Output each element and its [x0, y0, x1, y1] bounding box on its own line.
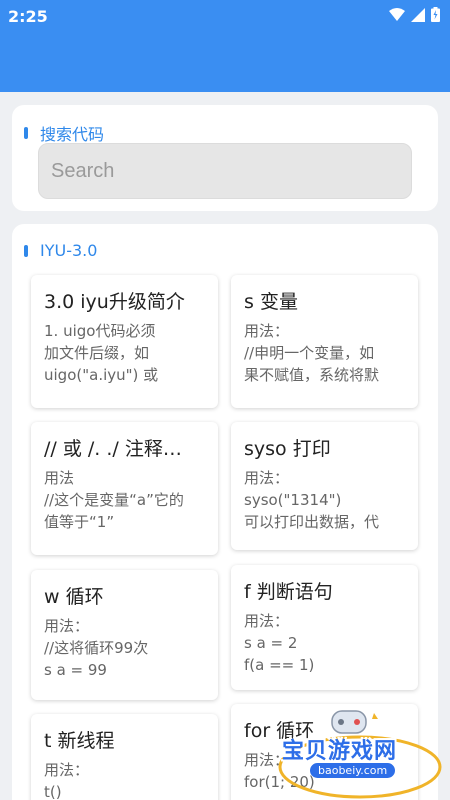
item-body: 用法： s a = 2 f(a == 1)	[244, 612, 315, 674]
signal-icon	[411, 7, 425, 26]
section-marker	[24, 127, 28, 139]
list-item-thread[interactable]: t 新线程 用法： t()	[31, 714, 218, 800]
list-item-print[interactable]: syso 打印 用法： syso("1314") 可以打印出数据，代	[231, 422, 418, 550]
item-title: w 循环	[44, 586, 104, 608]
search-placeholder: Search	[51, 159, 115, 182]
item-body: 1. uigo代码必须 加文件后缀，如 uigo("a.iyu") 或	[44, 322, 159, 384]
list-item-if-statement[interactable]: f 判断语句 用法： s a = 2 f(a == 1)	[231, 565, 418, 690]
item-title: f 判断语句	[244, 581, 333, 603]
item-title: t 新线程	[44, 730, 115, 752]
item-body: 用法： //这将循环99次 s a = 99	[44, 617, 149, 679]
item-title: syso 打印	[244, 438, 331, 460]
watermark-logo: 宝贝游戏网 baobeiy.com	[274, 705, 450, 800]
status-time: 2:25	[8, 6, 48, 26]
list-item-iyu-intro[interactable]: 3.0 iyu升级简介 1. uigo代码必须 加文件后缀，如 uigo("a.…	[31, 275, 218, 408]
list-item-comment[interactable]: // 或 /. ./ 注释… 用法 //这个是变量“a”它的 值等于“1”	[31, 422, 218, 555]
iyu-section-header: IYU-3.0	[24, 241, 97, 260]
list-item-while-loop[interactable]: w 循环 用法： //这将循环99次 s a = 99	[31, 570, 218, 700]
list-item-variable[interactable]: s 变量 用法： //申明一个变量，如 果不赋值，系统将默	[231, 275, 418, 408]
item-body: 用法： syso("1314") 可以打印出数据，代	[244, 469, 380, 531]
iyu-section-title: IYU-3.0	[40, 241, 98, 260]
item-title: // 或 /. ./ 注释…	[44, 438, 182, 460]
section-marker	[24, 244, 28, 257]
item-body: 用法： t()	[44, 761, 90, 800]
status-bar: 2:25	[0, 0, 450, 32]
app-bar	[0, 32, 450, 92]
search-section-header: 搜索代码	[24, 121, 104, 145]
watermark-url: baobeiy.com	[310, 763, 396, 778]
item-title: s 变量	[244, 291, 298, 313]
search-input[interactable]: Search	[38, 143, 412, 199]
watermark-text: 宝贝游戏网	[282, 739, 398, 764]
item-body: 用法： //申明一个变量，如 果不赋值，系统将默	[244, 322, 380, 384]
battery-icon	[431, 6, 440, 26]
search-section-title: 搜索代码	[40, 125, 105, 144]
search-card: 搜索代码 Search	[12, 105, 438, 211]
item-body: 用法 //这个是变量“a”它的 值等于“1”	[44, 469, 184, 531]
wifi-icon	[389, 7, 405, 26]
item-title: 3.0 iyu升级简介	[44, 291, 185, 313]
